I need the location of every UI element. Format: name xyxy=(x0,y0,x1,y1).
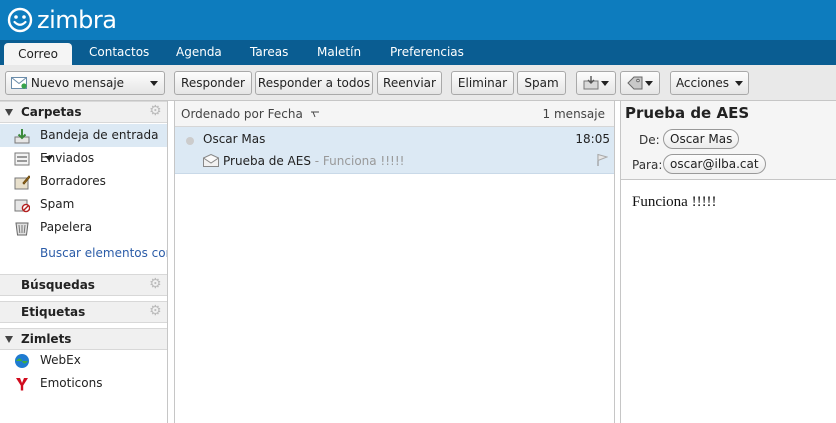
tags-header[interactable]: Etiquetas ⚙ xyxy=(0,301,167,323)
from-address-bubble[interactable]: Oscar Mas xyxy=(663,129,740,149)
chevron-down-icon xyxy=(645,81,653,86)
chevron-down-icon xyxy=(735,81,744,86)
inbox-icon xyxy=(14,129,30,144)
searches-header-label: Búsquedas xyxy=(21,278,95,292)
webex-icon xyxy=(15,354,29,368)
tab-maletin[interactable]: Maletín xyxy=(317,45,361,65)
envelope-icon xyxy=(203,154,219,167)
spam-button[interactable]: Spam xyxy=(517,71,566,95)
app-tabs: Correo Contactos Agenda Tareas Maletín P… xyxy=(0,40,836,65)
message-fragment: - Funciona !!!!! xyxy=(310,154,405,168)
zimlet-webex-label: WebEx xyxy=(40,353,81,367)
folder-drafts[interactable]: Borradores xyxy=(0,170,167,193)
to-label: Para: xyxy=(632,158,663,172)
delete-button[interactable]: Eliminar xyxy=(451,71,514,95)
gear-icon[interactable]: ⚙ xyxy=(149,277,163,291)
list-header: Ordenado por Fecha 1 mensaje xyxy=(175,101,614,127)
message-header: Prueba de AES De: Oscar Mas Para: oscar@… xyxy=(621,101,836,180)
sort-label: Ordenado por Fecha xyxy=(181,107,303,121)
chevron-down-icon[interactable] xyxy=(150,81,158,86)
message-row[interactable]: Oscar Mas 18:05 Prueba de AES - Funciona… xyxy=(175,127,614,174)
chevron-down-icon xyxy=(601,81,609,86)
from-label: De: xyxy=(639,133,660,147)
folder-inbox-label: Bandeja de entrada xyxy=(40,128,159,142)
sent-icon xyxy=(14,152,30,166)
to-address-bubble[interactable]: oscar@ilba.cat xyxy=(663,154,766,174)
message-time: 18:05 xyxy=(575,132,610,146)
new-message-label: Nuevo mensaje xyxy=(30,76,125,90)
message-subject: Prueba de AES xyxy=(223,154,311,168)
zimbra-logo-icon xyxy=(7,7,33,33)
search-shared-link[interactable]: Buscar elementos compartidos xyxy=(40,246,167,260)
logo-text: zimbra xyxy=(37,6,117,34)
tab-agenda[interactable]: Agenda xyxy=(176,45,222,65)
folders-header-label: Carpetas xyxy=(21,105,82,119)
actions-button[interactable]: Acciones xyxy=(670,71,749,95)
folder-sent[interactable]: Enviados xyxy=(0,147,167,170)
drafts-icon xyxy=(14,175,30,190)
read-status-dot-icon[interactable] xyxy=(186,137,194,145)
message-title: Prueba de AES xyxy=(625,104,750,122)
app-header: zimbra xyxy=(0,0,836,40)
toolbar: Nuevo mensaje Responder Responder a todo… xyxy=(0,65,836,101)
actions-label: Acciones xyxy=(675,76,730,90)
gear-icon[interactable]: ⚙ xyxy=(149,104,163,118)
folders-header[interactable]: Carpetas ⚙ xyxy=(0,101,167,123)
zimlets-header[interactable]: Zimlets xyxy=(0,328,167,350)
collapse-triangle-icon[interactable] xyxy=(5,336,13,343)
tag-button[interactable] xyxy=(620,71,660,95)
new-message-icon xyxy=(11,76,27,89)
spam-icon xyxy=(14,199,30,213)
sort-control[interactable]: Ordenado por Fecha xyxy=(181,101,320,127)
gear-icon[interactable]: ⚙ xyxy=(149,304,163,318)
collapse-triangle-icon[interactable] xyxy=(5,109,13,116)
message-list: Ordenado por Fecha 1 mensaje Oscar Mas 1… xyxy=(174,101,615,423)
tags-header-label: Etiquetas xyxy=(21,305,86,319)
message-count: 1 mensaje xyxy=(542,107,605,121)
new-message-button[interactable]: Nuevo mensaje xyxy=(5,71,165,95)
move-button[interactable] xyxy=(576,71,616,95)
reply-all-button[interactable]: Responder a todos xyxy=(255,71,373,95)
move-folder-icon xyxy=(583,75,599,89)
zimlet-webex[interactable]: WebEx xyxy=(0,349,167,372)
zimlet-emoticons[interactable]: Emoticons xyxy=(0,372,167,395)
folder-sidebar: Carpetas ⚙ Bandeja de entrada Enviados B… xyxy=(0,101,168,423)
tab-correo[interactable]: Correo xyxy=(4,43,72,65)
zimlets-header-label: Zimlets xyxy=(21,332,72,346)
trash-icon xyxy=(15,222,29,236)
folder-spam[interactable]: Spam xyxy=(0,193,167,216)
reading-pane: Prueba de AES De: Oscar Mas Para: oscar@… xyxy=(620,101,836,423)
searches-header[interactable]: Búsquedas ⚙ xyxy=(0,274,167,296)
tag-icon xyxy=(627,76,643,89)
tab-contactos[interactable]: Contactos xyxy=(89,45,149,65)
tab-preferencias[interactable]: Preferencias xyxy=(390,45,464,65)
message-sender: Oscar Mas xyxy=(203,132,266,146)
folder-spam-label: Spam xyxy=(40,197,75,211)
zimlet-emoticons-label: Emoticons xyxy=(40,376,103,390)
zimbra-logo[interactable]: zimbra xyxy=(6,5,117,35)
tab-tareas[interactable]: Tareas xyxy=(250,45,288,65)
forward-button[interactable]: Reenviar xyxy=(377,71,442,95)
folder-trash[interactable]: Papelera xyxy=(0,216,167,239)
reply-button[interactable]: Responder xyxy=(174,71,252,95)
folder-sent-label: Enviados xyxy=(40,151,95,165)
yahoo-emoticons-icon xyxy=(16,378,28,391)
message-body: Funciona !!!!! xyxy=(632,194,717,210)
folder-inbox[interactable]: Bandeja de entrada xyxy=(0,124,167,161)
flag-icon[interactable] xyxy=(596,153,608,167)
folder-drafts-label: Borradores xyxy=(40,174,106,188)
folder-trash-label: Papelera xyxy=(40,220,93,234)
sort-arrow-icon xyxy=(310,111,319,117)
